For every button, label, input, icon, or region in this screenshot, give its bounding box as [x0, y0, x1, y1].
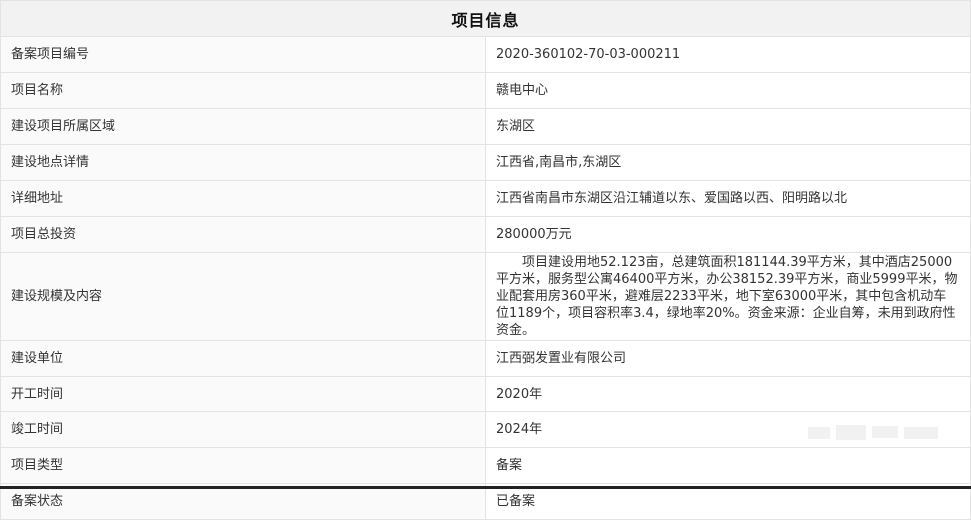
row-start-time: 开工时间 2020年 [0, 376, 971, 412]
label-total-investment: 项目总投资 [0, 216, 486, 253]
value-scale-content: 项目建设用地52.123亩，总建筑面积181144.39平方米，其中酒店2500… [485, 252, 971, 341]
row-address: 详细地址 江西省南昌市东湖区沿江辅道以东、爱国路以西、阳明路以北 [0, 180, 971, 217]
value-completion-time: 2024年 [485, 411, 971, 448]
table-title: 项目信息 [0, 0, 971, 37]
value-region: 东湖区 [485, 108, 971, 145]
label-completion-time: 竣工时间 [0, 411, 486, 448]
label-address: 详细地址 [0, 180, 486, 217]
label-start-time: 开工时间 [0, 376, 486, 412]
row-filing-number: 备案项目编号 2020-360102-70-03-000211 [0, 36, 971, 73]
value-filing-number: 2020-360102-70-03-000211 [485, 36, 971, 73]
row-completion-time: 竣工时间 2024年 [0, 411, 971, 448]
label-location-detail: 建设地点详情 [0, 144, 486, 181]
label-project-type: 项目类型 [0, 447, 486, 484]
value-location-detail: 江西省,南昌市,东湖区 [485, 144, 971, 181]
row-region: 建设项目所属区域 东湖区 [0, 108, 971, 145]
value-project-type: 备案 [485, 447, 971, 484]
label-developer: 建设单位 [0, 340, 486, 377]
row-location-detail: 建设地点详情 江西省,南昌市,东湖区 [0, 144, 971, 181]
label-scale-content: 建设规模及内容 [0, 252, 486, 341]
title-row: 项目信息 [0, 0, 971, 37]
label-project-name: 项目名称 [0, 72, 486, 109]
row-project-type: 项目类型 备案 [0, 447, 971, 484]
value-project-name: 赣电中心 [485, 72, 971, 109]
project-info-table: 项目信息 备案项目编号 2020-360102-70-03-000211 项目名… [0, 0, 971, 520]
value-developer: 江西弼发置业有限公司 [485, 340, 971, 377]
value-start-time: 2020年 [485, 376, 971, 412]
row-project-name: 项目名称 赣电中心 [0, 72, 971, 109]
label-region: 建设项目所属区域 [0, 108, 486, 145]
value-total-investment: 280000万元 [485, 216, 971, 253]
label-filing-number: 备案项目编号 [0, 36, 486, 73]
value-address: 江西省南昌市东湖区沿江辅道以东、爱国路以西、阳明路以北 [485, 180, 971, 217]
row-total-investment: 项目总投资 280000万元 [0, 216, 971, 253]
row-developer: 建设单位 江西弼发置业有限公司 [0, 340, 971, 377]
row-scale-content: 建设规模及内容 项目建设用地52.123亩，总建筑面积181144.39平方米，… [0, 252, 971, 341]
